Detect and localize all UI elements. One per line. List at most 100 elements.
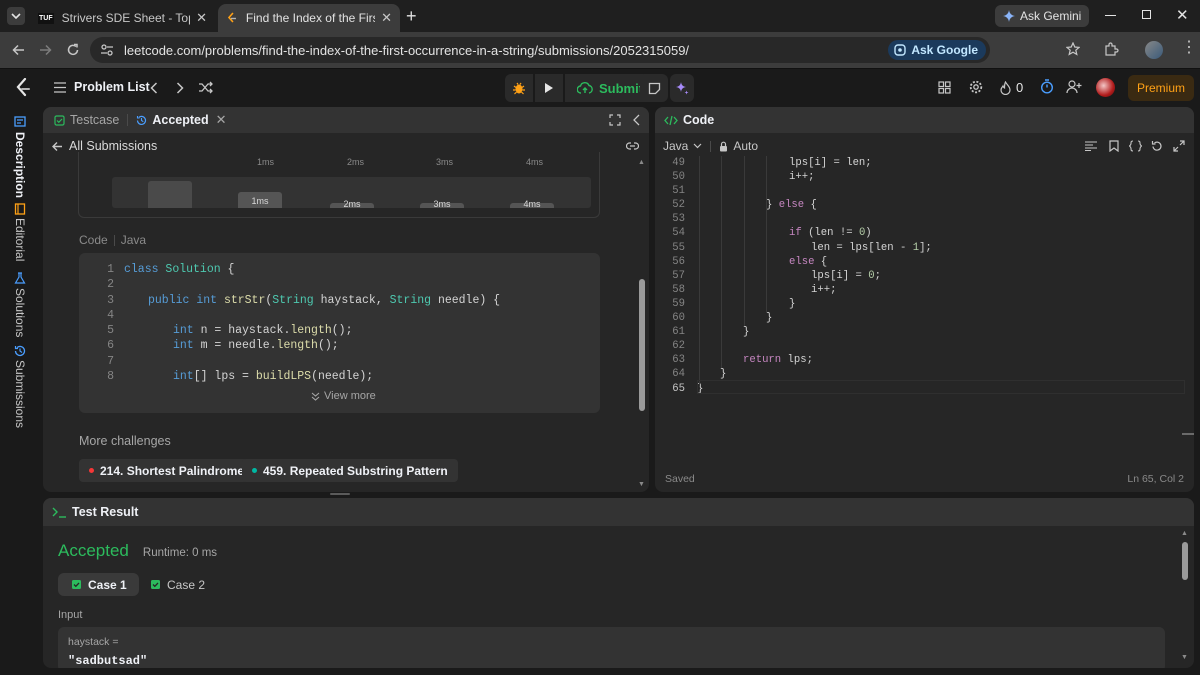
braces-icon[interactable] bbox=[1129, 140, 1142, 152]
layout-icon[interactable] bbox=[938, 81, 951, 94]
solutions-flask-icon bbox=[14, 272, 26, 284]
browser-tab-strivers[interactable]: TUF Strivers SDE Sheet - Top Coding ✕ bbox=[30, 4, 215, 32]
code-editor-title: Code bbox=[683, 113, 715, 127]
browser-tab-leetcode[interactable]: Find the Index of the First Occu ✕ bbox=[218, 4, 400, 32]
problem-list-link[interactable]: Problem List bbox=[74, 80, 150, 94]
editor-status-bar: Saved Ln 65, Col 2 bbox=[655, 466, 1194, 492]
runtime-bar-1ms[interactable]: 1ms bbox=[238, 192, 282, 208]
runtime-bar-4ms[interactable]: 4ms bbox=[510, 200, 554, 209]
case-2-tab[interactable]: Case 2 bbox=[139, 573, 217, 596]
auto-mode-toggle[interactable]: Auto bbox=[719, 139, 758, 153]
notes-button[interactable] bbox=[640, 74, 668, 102]
result-summary: Accepted Runtime: 0 ms bbox=[58, 541, 217, 561]
tab-search-button[interactable] bbox=[7, 7, 25, 25]
new-tab-button[interactable]: + bbox=[406, 6, 417, 27]
restore-icon[interactable] bbox=[1142, 10, 1151, 19]
leetcode-logo-icon[interactable] bbox=[15, 78, 31, 98]
tab-testcase[interactable]: Testcase bbox=[54, 113, 119, 127]
check-square-icon bbox=[151, 580, 160, 589]
sidebar-item-solutions[interactable]: Solutions bbox=[13, 288, 27, 337]
language-select[interactable]: Java bbox=[663, 139, 702, 153]
param-value: "sadbutsad" bbox=[68, 654, 148, 668]
browser-menu-icon[interactable]: ⋮ bbox=[1181, 40, 1197, 56]
bookmark-icon[interactable] bbox=[1109, 140, 1119, 152]
maximize-icon[interactable] bbox=[609, 114, 621, 126]
forward-arrow-icon[interactable] bbox=[39, 44, 52, 56]
challenge-chip-214[interactable]: 214. Shortest Palindrome bbox=[79, 459, 255, 482]
extensions-icon[interactable] bbox=[1104, 42, 1119, 57]
share-link-icon[interactable] bbox=[626, 141, 639, 151]
add-friend-icon[interactable] bbox=[1066, 80, 1082, 94]
window-close-icon[interactable]: ✕ bbox=[1176, 6, 1189, 24]
tab-accepted[interactable]: Accepted ✕ bbox=[136, 112, 227, 128]
timer-icon[interactable] bbox=[1040, 79, 1054, 94]
scroll-up-arrow[interactable]: ▲ bbox=[638, 159, 645, 166]
fullscreen-icon[interactable] bbox=[1173, 140, 1185, 152]
difficulty-easy-dot bbox=[252, 468, 257, 473]
close-tab-icon[interactable]: ✕ bbox=[216, 112, 227, 128]
flame-icon bbox=[1000, 80, 1011, 95]
reset-icon[interactable] bbox=[1151, 140, 1163, 152]
sidebar-item-description[interactable]: Description bbox=[13, 132, 27, 198]
runtime-bar-selected[interactable] bbox=[148, 181, 192, 208]
ai-assistant-button[interactable] bbox=[670, 74, 694, 102]
scrollbar-thumb[interactable] bbox=[639, 279, 645, 411]
premium-button[interactable]: Premium bbox=[1128, 75, 1194, 101]
ask-google-button[interactable]: Ask Google bbox=[888, 40, 986, 60]
editor-scrollbar-marker bbox=[1182, 433, 1194, 435]
scroll-down-arrow[interactable]: ▼ bbox=[1181, 654, 1188, 661]
close-icon[interactable]: ✕ bbox=[381, 10, 392, 26]
back-arrow-icon[interactable] bbox=[51, 141, 63, 152]
challenge-chip-459[interactable]: 459. Repeated Substring Pattern bbox=[242, 459, 458, 482]
site-info-icon[interactable] bbox=[100, 44, 114, 56]
runtime-bar-2ms[interactable]: 2ms bbox=[330, 200, 374, 209]
lens-icon bbox=[894, 44, 907, 56]
submission-panel: Testcase Accepted ✕ All Submissions 1ms … bbox=[43, 107, 649, 492]
next-problem-icon[interactable] bbox=[176, 82, 184, 94]
sidebar-item-submissions[interactable]: Submissions bbox=[13, 360, 27, 428]
close-icon[interactable]: ✕ bbox=[196, 10, 207, 26]
ask-gemini-button[interactable]: Ask Gemini bbox=[995, 5, 1090, 27]
scroll-up-arrow[interactable]: ▲ bbox=[1181, 530, 1188, 537]
run-button[interactable] bbox=[535, 74, 563, 102]
indent-guide bbox=[744, 156, 745, 326]
collapse-panel-icon[interactable] bbox=[633, 114, 640, 126]
test-result-scrollbar[interactable]: ▲ ▼ bbox=[1179, 530, 1189, 664]
indent-guide bbox=[721, 156, 722, 368]
runtime-bar-3ms[interactable]: 3ms bbox=[420, 200, 464, 209]
editor-line: 57 lps[i] = 0; bbox=[672, 269, 881, 282]
all-submissions-link[interactable]: All Submissions bbox=[69, 139, 157, 153]
view-more-button[interactable]: View more bbox=[311, 390, 376, 402]
tab-divider bbox=[127, 114, 129, 126]
runtime-value: Runtime: 0 ms bbox=[142, 547, 218, 559]
submission-scrollbar[interactable]: ▲ ▼ bbox=[638, 159, 646, 489]
code-line: 3 public int strStr(String haystack, Stri… bbox=[107, 293, 501, 307]
user-avatar[interactable] bbox=[1096, 78, 1115, 97]
debug-button[interactable] bbox=[505, 74, 533, 102]
prev-problem-icon[interactable] bbox=[150, 82, 158, 94]
format-icon[interactable] bbox=[1085, 141, 1097, 151]
label-divider bbox=[113, 234, 115, 246]
scrollbar-thumb[interactable] bbox=[1182, 542, 1188, 580]
scroll-down-arrow[interactable]: ▼ bbox=[638, 481, 645, 488]
vertical-resize-handle[interactable] bbox=[330, 493, 350, 495]
profile-avatar[interactable] bbox=[1145, 41, 1163, 59]
reload-icon[interactable] bbox=[66, 43, 80, 57]
streak-counter[interactable]: 0 bbox=[1000, 80, 1023, 95]
code-language-label: Code Java bbox=[79, 233, 147, 247]
minimize-icon[interactable] bbox=[1105, 15, 1116, 16]
test-result-panel: Test Result Accepted Runtime: 0 ms Case … bbox=[43, 498, 1194, 668]
bookmark-star-icon[interactable] bbox=[1066, 42, 1080, 56]
toolbar-divider bbox=[710, 140, 712, 152]
shuffle-icon[interactable] bbox=[199, 81, 213, 94]
omnibox[interactable]: leetcode.com/problems/find-the-index-of-… bbox=[90, 37, 990, 63]
gemini-sparkle-icon bbox=[1003, 10, 1015, 22]
editor-code-area[interactable]: 49 lps[i] = len; 50 i++; 51 52} else { 53 … bbox=[655, 156, 1185, 396]
sidebar-item-editorial[interactable]: Editorial bbox=[13, 218, 27, 261]
lock-icon bbox=[720, 141, 728, 151]
back-arrow-icon[interactable] bbox=[12, 44, 25, 56]
terminal-icon bbox=[52, 507, 66, 518]
case-1-tab[interactable]: Case 1 bbox=[58, 573, 139, 596]
settings-gear-icon[interactable] bbox=[969, 80, 983, 94]
submission-panel-header: Testcase Accepted ✕ bbox=[43, 107, 649, 133]
